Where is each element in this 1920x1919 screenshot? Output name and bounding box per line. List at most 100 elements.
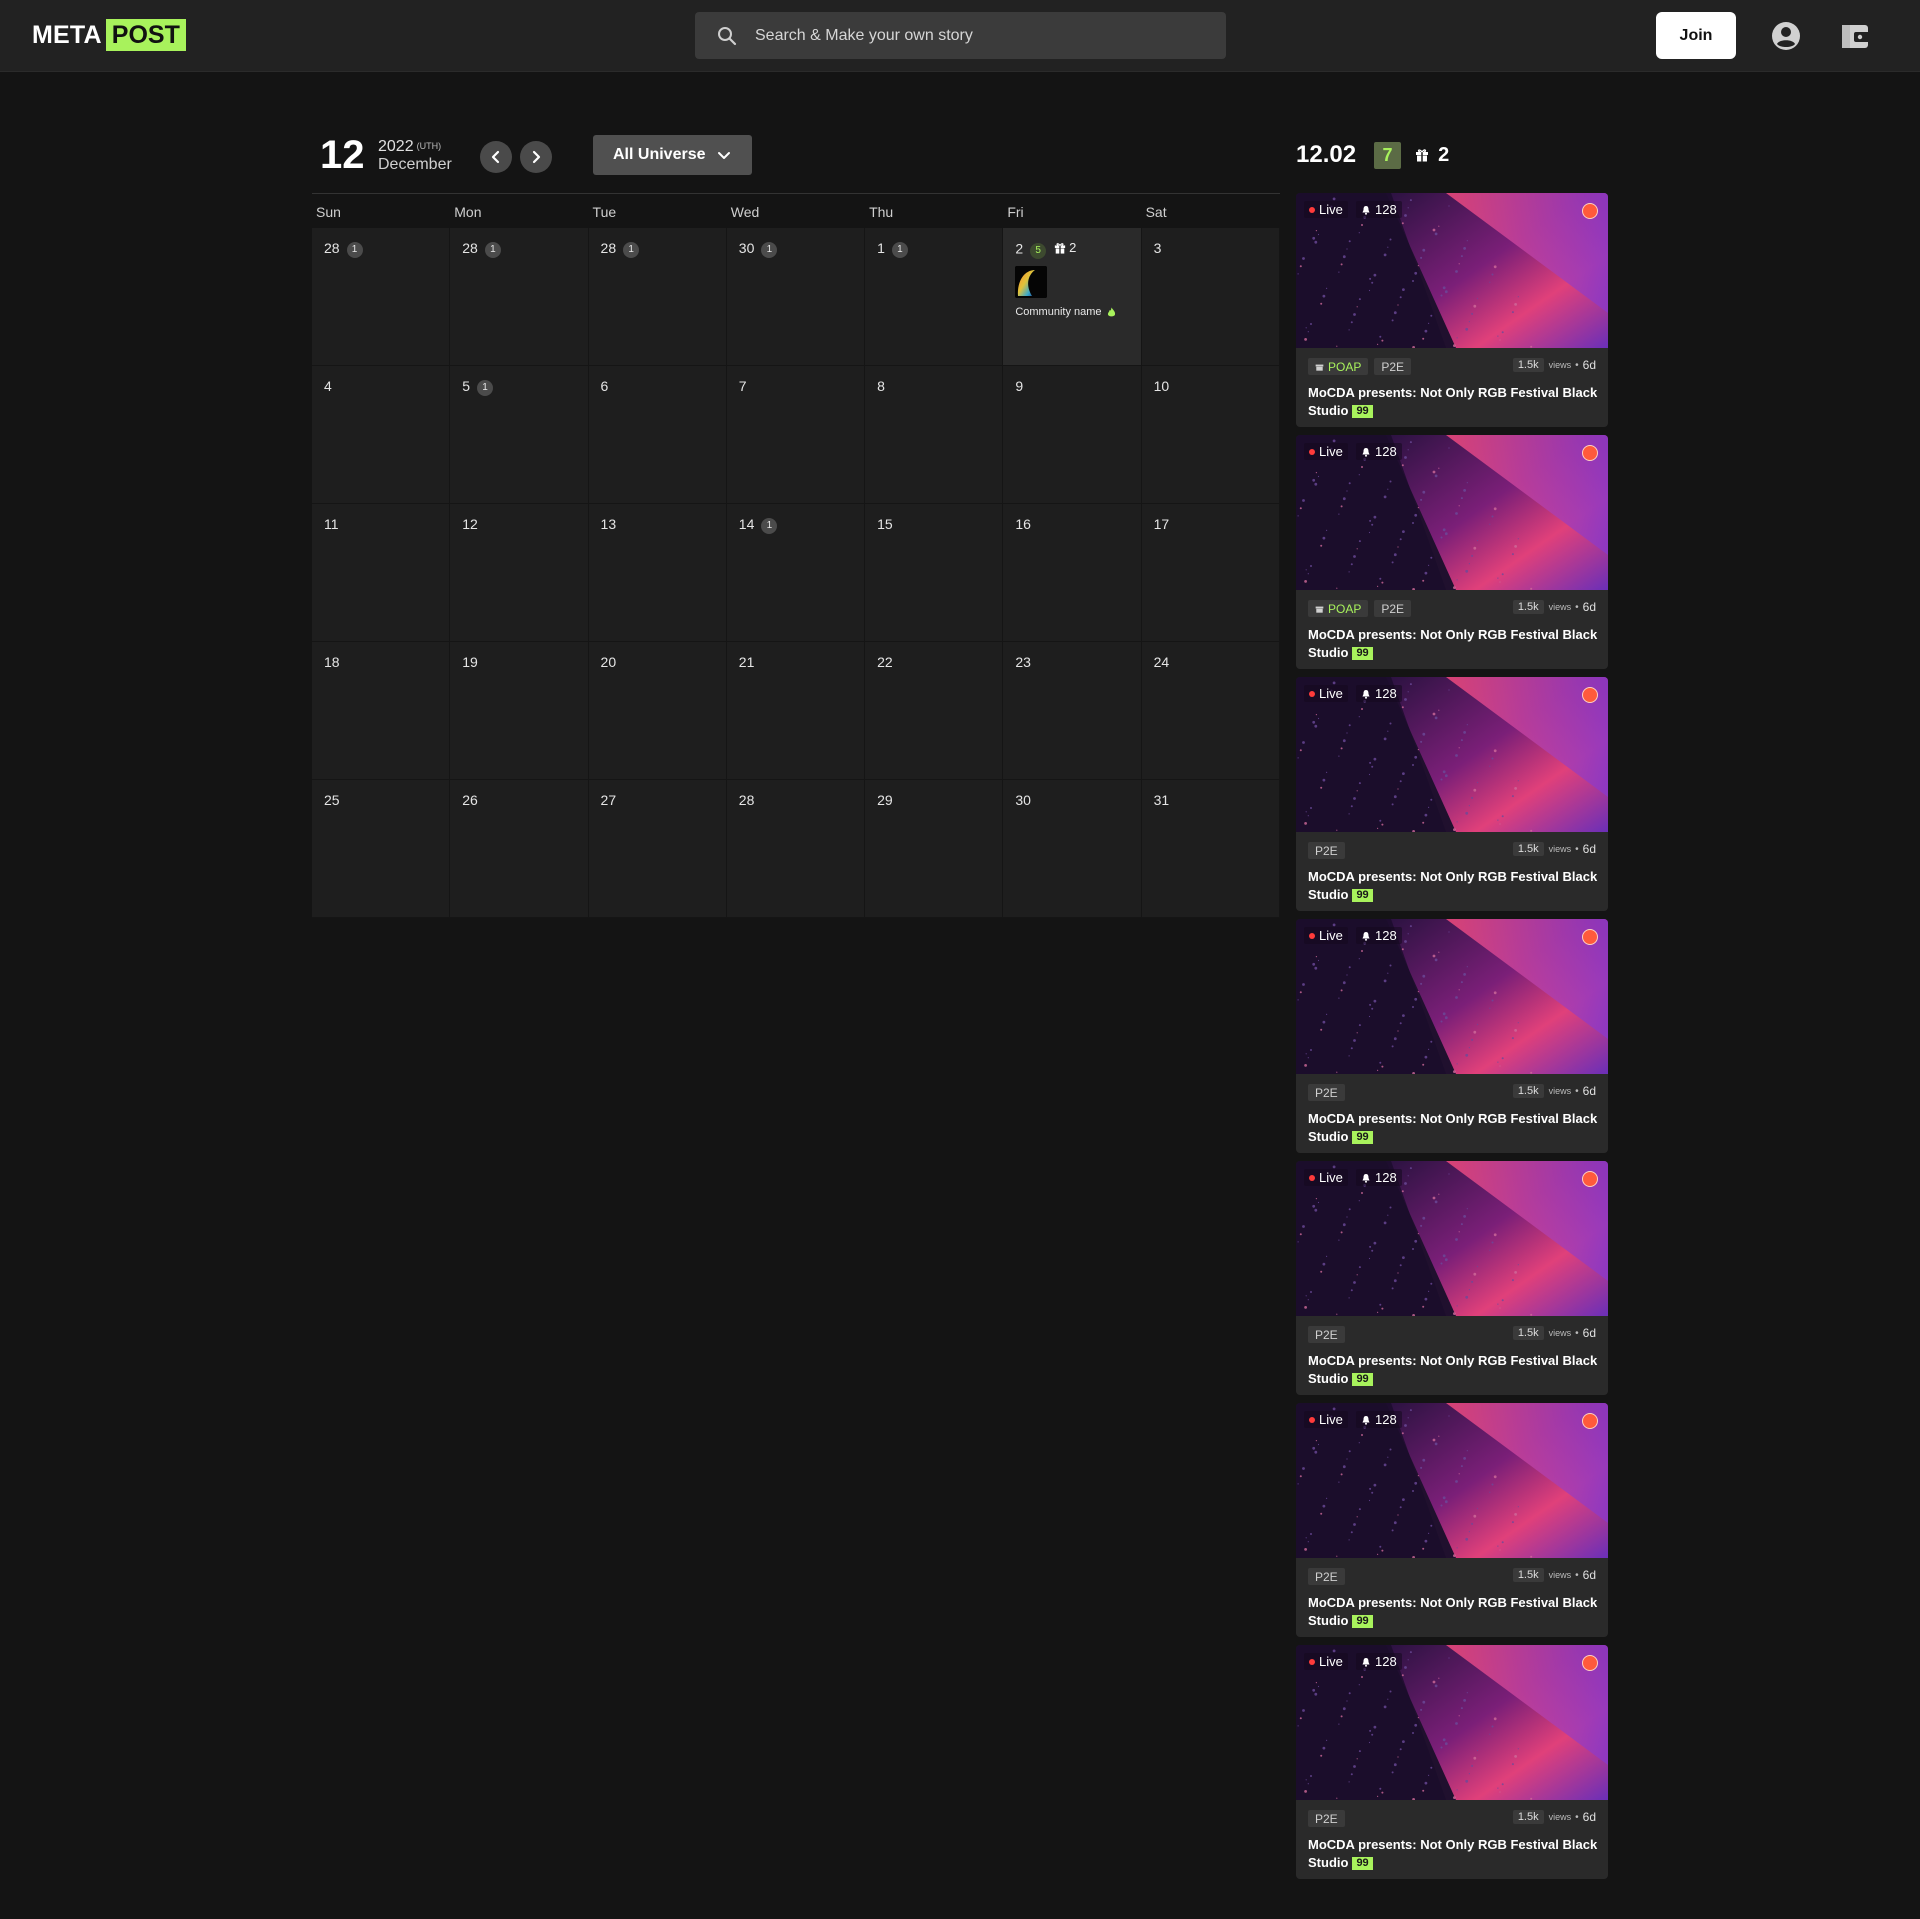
calendar-day-cell[interactable]: 25: [312, 780, 451, 918]
event-title[interactable]: MoCDA presents: Not Only RGB Festival Bl…: [1308, 1836, 1598, 1872]
event-stats: 1.5k views • 6d: [1512, 1084, 1596, 1098]
calendar-day-cell[interactable]: 2 5 2 Community name: [1003, 228, 1142, 366]
calendar-day-cell[interactable]: 7: [726, 366, 866, 504]
calendar-day-cell[interactable]: 20: [588, 642, 727, 780]
live-badge: Live: [1304, 685, 1348, 702]
community-badge-icon: [1582, 203, 1598, 219]
event-card[interactable]: Live 128 P2E 1.5k views • 6d MoCDA prese…: [1296, 919, 1608, 1153]
calendar-day-cell[interactable]: 31: [1141, 780, 1280, 918]
day-number: 28: [600, 240, 617, 256]
calendar-day-cell[interactable]: 8: [865, 366, 1004, 504]
views-count: 1.5k: [1512, 1810, 1544, 1824]
calendar-day-cell[interactable]: 22: [865, 642, 1004, 780]
live-dot-icon: [1309, 206, 1315, 213]
community-badge-icon: [1582, 687, 1598, 703]
wallet-icon[interactable]: [1840, 21, 1870, 51]
event-card[interactable]: Live 128 P2E 1.5k views • 6d MoCDA prese…: [1296, 1403, 1608, 1637]
p2e-tag: P2E: [1308, 1084, 1345, 1101]
join-button[interactable]: Join: [1656, 12, 1736, 59]
event-card[interactable]: Live 128 P2E 1.5k views • 6d MoCDA prese…: [1296, 1161, 1608, 1395]
event-title[interactable]: MoCDA presents: Not Only RGB Festival Bl…: [1308, 384, 1598, 420]
calendar-day-cell[interactable]: 30: [1003, 780, 1142, 918]
day-number: 28: [738, 792, 755, 808]
calendar-day-cell[interactable]: 13: [588, 504, 727, 642]
weekday-label: Tue: [592, 204, 617, 220]
day-number: 12: [462, 516, 478, 532]
event-tags: P2E: [1308, 1810, 1351, 1827]
community-avatar[interactable]: [1015, 266, 1048, 298]
gift-icon: [1416, 149, 1429, 162]
calendar-day-cell[interactable]: 4: [312, 366, 451, 504]
calendar-day-cell[interactable]: 10: [1141, 366, 1280, 504]
calendar-day-cell[interactable]: 9: [1003, 366, 1142, 504]
event-card[interactable]: Live 128 P2E 1.5k views • 6d MoCDA prese…: [1296, 677, 1608, 911]
tag-label: P2E: [1315, 843, 1338, 858]
calendar-day-cell[interactable]: 11: [312, 504, 451, 642]
live-badge: Live: [1304, 1653, 1348, 1670]
event-card[interactable]: Live 128 P2E 1.5k views • 6d MoCDA prese…: [1296, 1645, 1608, 1879]
calendar-day-cell[interactable]: 18: [312, 642, 451, 780]
calendar-day-cell[interactable]: 16: [1003, 504, 1142, 642]
logo-meta: META: [32, 20, 102, 49]
calendar-day-cell[interactable]: 26: [450, 780, 589, 918]
watcher-count: 128: [1356, 685, 1402, 702]
calendar-day-cell[interactable]: 21: [726, 642, 866, 780]
live-badge: Live: [1304, 201, 1348, 218]
calendar-day-cell[interactable]: 51: [450, 366, 589, 504]
calendar-day-cell[interactable]: 28: [726, 780, 866, 918]
calendar-day-cell[interactable]: 28 1: [588, 228, 727, 366]
event-title[interactable]: MoCDA presents: Not Only RGB Festival Bl…: [1308, 1110, 1598, 1146]
calendar-day-cell[interactable]: 17: [1141, 504, 1280, 642]
calendar-day-cell[interactable]: 28 1: [450, 228, 589, 366]
community-badge-icon: [1582, 1413, 1598, 1429]
event-age: 6d: [1582, 600, 1596, 614]
calendar-day-cell[interactable]: 28 1: [312, 228, 451, 366]
calendar-day-cell[interactable]: 14 1: [726, 504, 866, 642]
calendar-day-cell[interactable]: 27: [588, 780, 727, 918]
event-card[interactable]: Live 128 POAP P2E 1.5k views • 6d MoCDA p…: [1296, 435, 1608, 669]
calendar-day-cell[interactable]: 30 1: [726, 228, 866, 366]
weekday-label: Fri: [1007, 204, 1024, 220]
calendar-day-cell[interactable]: 19: [450, 642, 589, 780]
calendar-day-cell[interactable]: 24: [1141, 642, 1280, 780]
next-month-button[interactable]: [520, 141, 552, 173]
event-title-text: MoCDA presents: Not Only RGB Festival Bl…: [1308, 1353, 1598, 1386]
community-name[interactable]: Community name: [1015, 306, 1115, 318]
calendar-day-cell[interactable]: 12: [450, 504, 589, 642]
day-number: 19: [462, 654, 478, 670]
event-title[interactable]: MoCDA presents: Not Only RGB Festival Bl…: [1308, 868, 1598, 904]
search-bar[interactable]: Search & Make your own story: [695, 12, 1226, 59]
calendar-day-cell[interactable]: 15: [865, 504, 1004, 642]
prev-month-button[interactable]: [480, 141, 512, 173]
universe-dropdown[interactable]: All Universe: [593, 135, 752, 175]
day-number: 2: [1015, 240, 1024, 257]
event-title[interactable]: MoCDA presents: Not Only RGB Festival Bl…: [1308, 1352, 1598, 1388]
live-label: Live: [1319, 1412, 1343, 1427]
separator: •: [1575, 1569, 1579, 1581]
calendar-day-cell[interactable]: 3: [1141, 228, 1280, 366]
event-title[interactable]: MoCDA presents: Not Only RGB Festival Bl…: [1308, 626, 1598, 662]
views-label: views: [1548, 1086, 1572, 1096]
account-circle-icon[interactable]: [1770, 20, 1802, 52]
event-count-badge: 1: [484, 242, 501, 258]
p2e-tag: P2E: [1308, 1810, 1345, 1827]
logo[interactable]: META POST: [32, 19, 186, 51]
live-label: Live: [1319, 686, 1343, 701]
selected-day-header: 12.02 7 2: [1296, 138, 1449, 172]
community-badge-icon: [1582, 929, 1598, 945]
calendar-day-cell[interactable]: 6: [588, 366, 727, 504]
day-number: 9: [1015, 378, 1024, 394]
watcher-count-value: 128: [1375, 202, 1397, 217]
event-title[interactable]: MoCDA presents: Not Only RGB Festival Bl…: [1308, 1594, 1598, 1630]
event-count-badge: 1: [346, 242, 363, 258]
search-input[interactable]: Search & Make your own story: [755, 27, 973, 45]
chevron-right-icon: [532, 150, 541, 164]
calendar-day-cell[interactable]: 29: [865, 780, 1004, 918]
event-count-badge: 1: [761, 242, 778, 258]
event-stats: 1.5k views • 6d: [1512, 1810, 1596, 1824]
day-number: 17: [1153, 516, 1170, 532]
calendar-day-cell[interactable]: 23: [1003, 642, 1142, 780]
calendar-day-cell[interactable]: 11: [865, 228, 1004, 366]
event-count-badge: 1: [891, 242, 908, 258]
event-card[interactable]: Live 128 POAP P2E 1.5k views • 6d MoCDA p…: [1296, 193, 1608, 427]
